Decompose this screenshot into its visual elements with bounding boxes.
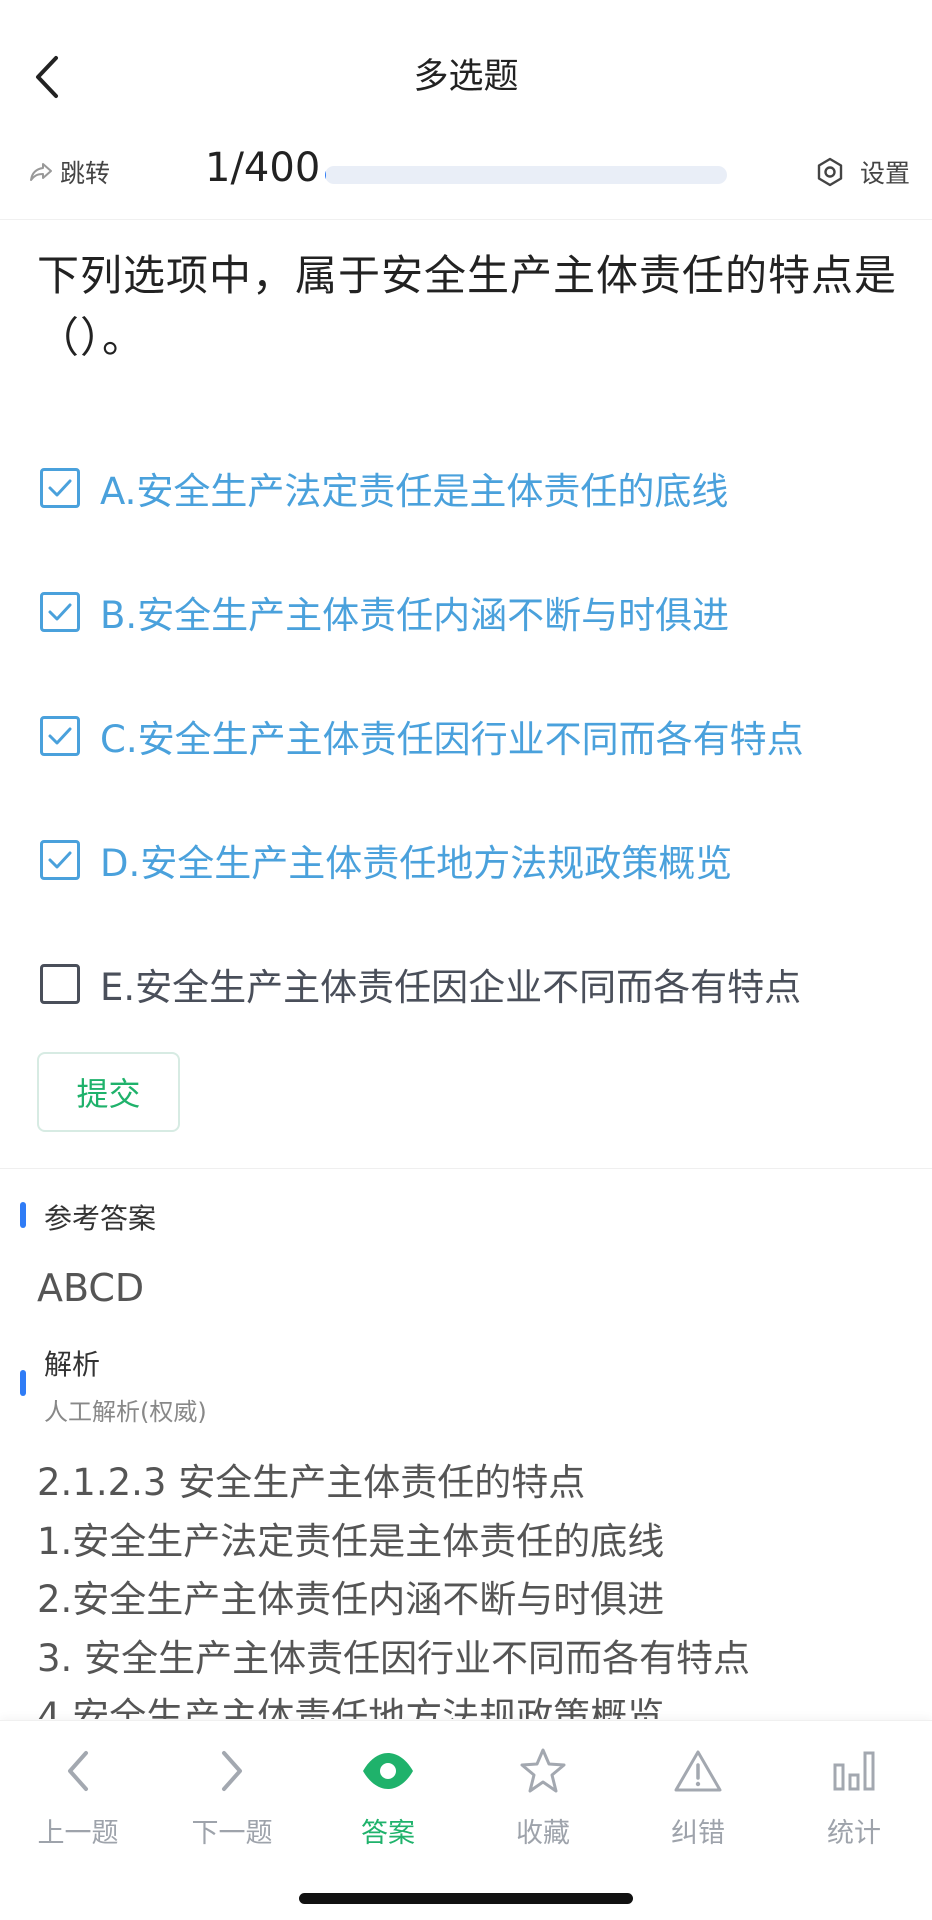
bar-chart-icon — [826, 1743, 882, 1799]
nav-label: 纠错 — [671, 1818, 725, 1849]
nav-statistics[interactable]: 统计 — [794, 1743, 914, 1850]
settings-label: 设置 — [859, 159, 910, 188]
option-c[interactable]: C.安全生产主体责任因行业不同而各有特点 — [40, 674, 920, 798]
checkbox[interactable] — [40, 468, 80, 508]
app-screen: 多选题 跳转 1/400 设置 下列选项中，属于安全生产主体责任的特点是（）。 … — [0, 0, 932, 1920]
option-b[interactable]: B.安全生产主体责任内涵不断与时俱进 — [40, 550, 920, 674]
nav-next-question[interactable]: 下一题 — [172, 1743, 292, 1850]
option-a[interactable]: A.安全生产法定责任是主体责任的底线 — [40, 426, 920, 550]
check-icon — [48, 479, 72, 497]
analysis-line: 2.安全生产主体责任内涵不断与时俱进 — [37, 1578, 665, 1621]
analysis-line: 3. 安全生产主体责任因行业不同而各有特点 — [37, 1636, 751, 1680]
chevron-right-icon — [204, 1743, 260, 1799]
analysis-title: 解析 — [44, 1348, 101, 1381]
check-icon — [48, 727, 72, 745]
options-list: A.安全生产法定责任是主体责任的底线 B.安全生产主体责任内涵不断与时俱进 C.… — [40, 426, 920, 1046]
checkbox[interactable] — [40, 592, 80, 632]
jump-button[interactable]: 跳转 — [28, 154, 110, 190]
eye-icon — [360, 1743, 416, 1799]
checkbox[interactable] — [40, 840, 80, 880]
home-indicator[interactable] — [299, 1893, 633, 1904]
section-marker — [20, 1202, 26, 1228]
question-counter: 1/400 — [205, 145, 321, 191]
option-label: C.安全生产主体责任因行业不同而各有特点 — [100, 718, 804, 761]
progress-toolbar: 跳转 1/400 设置 — [0, 140, 932, 220]
option-label: A.安全生产法定责任是主体责任的底线 — [100, 470, 729, 513]
settings-button[interactable]: 设置 — [814, 154, 910, 190]
gear-icon — [817, 157, 843, 187]
option-label: B.安全生产主体责任内涵不断与时俱进 — [100, 594, 730, 637]
nav-previous-question[interactable]: 上一题 — [18, 1743, 138, 1850]
progress-bar — [325, 166, 727, 184]
divider — [0, 1168, 932, 1169]
nav-label: 统计 — [827, 1818, 881, 1849]
share-arrow-icon — [30, 163, 52, 181]
analysis-line: 2.1.2.3 安全生产主体责任的特点 — [37, 1461, 586, 1504]
nav-report-error[interactable]: 纠错 — [638, 1743, 758, 1850]
option-label: D.安全生产主体责任地方法规政策概览 — [100, 842, 733, 885]
question-text: 下列选项中，属于安全生产主体责任的特点是（）。 — [37, 251, 898, 362]
analysis-subtitle: 人工解析(权威) — [44, 1398, 207, 1426]
analysis-body: 2.1.2.3 安全生产主体责任的特点 1.安全生产法定责任是主体责任的底线 2… — [37, 1454, 907, 1719]
check-icon — [48, 851, 72, 869]
star-icon — [515, 1743, 571, 1799]
bottom-nav: 上一题 下一题 答案 收藏 纠错 统计 — [0, 1720, 932, 1920]
submit-button[interactable]: 提交 — [37, 1052, 180, 1132]
page-title: 多选题 — [413, 57, 519, 97]
option-label: E.安全生产主体责任因企业不同而各有特点 — [100, 966, 802, 1009]
reference-answer-title: 参考答案 — [44, 1202, 157, 1235]
analysis-line: 1.安全生产法定责任是主体责任的底线 — [37, 1519, 665, 1563]
nav-favorite[interactable]: 收藏 — [483, 1743, 603, 1850]
option-d[interactable]: D.安全生产主体责任地方法规政策概览 — [40, 798, 920, 922]
section-marker — [20, 1370, 26, 1396]
analysis-line: 4.安全生产主体责任地方法规政策概览 — [37, 1695, 665, 1719]
header: 多选题 — [0, 0, 932, 140]
check-icon — [48, 603, 72, 621]
nav-answer[interactable]: 答案 — [328, 1743, 448, 1850]
checkbox[interactable] — [40, 716, 80, 756]
nav-label: 答案 — [361, 1818, 415, 1849]
nav-label: 上一题 — [37, 1818, 119, 1849]
progress-fill — [325, 166, 326, 184]
jump-label: 跳转 — [60, 159, 111, 188]
option-e[interactable]: E.安全生产主体责任因企业不同而各有特点 — [40, 922, 920, 1046]
reference-answer-value: ABCD — [37, 1266, 145, 1310]
chevron-left-icon — [50, 1743, 106, 1799]
nav-label: 收藏 — [516, 1818, 570, 1849]
nav-label: 下一题 — [191, 1818, 273, 1849]
checkbox[interactable] — [40, 964, 80, 1004]
warning-icon — [670, 1743, 726, 1799]
